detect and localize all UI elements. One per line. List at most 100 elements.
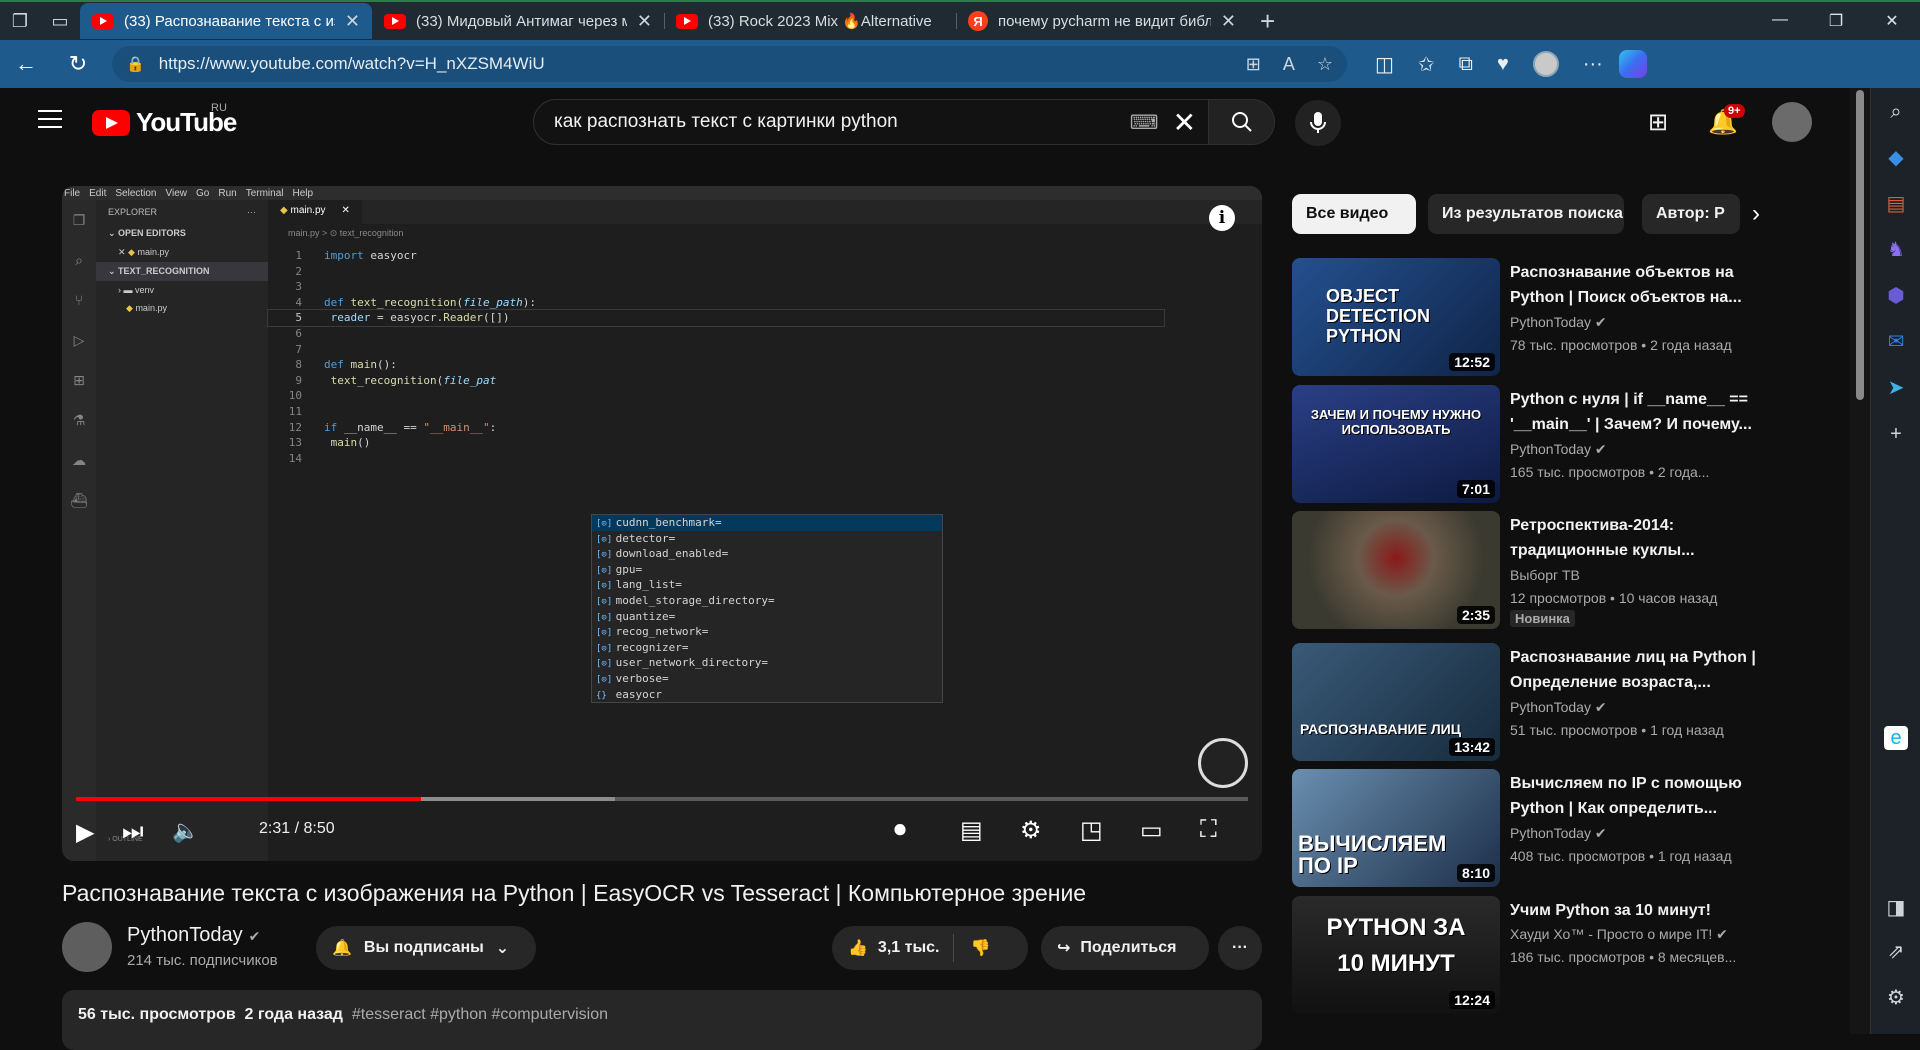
voice-search-button[interactable] [1295, 100, 1341, 146]
app-available-icon[interactable]: ⊞ [1246, 54, 1261, 75]
collections-icon[interactable]: ⧉ [1459, 53, 1473, 76]
channel-name[interactable]: PythonToday [127, 924, 243, 946]
recommendation-item[interactable]: OBJECT DETECTION PYTHON 12:52 Распознава… [1292, 258, 1812, 376]
back-icon[interactable]: ← [0, 51, 52, 77]
lock-icon[interactable]: 🔒 [126, 55, 145, 73]
progress-bar[interactable] [76, 797, 1248, 801]
restore-icon[interactable]: ❐ [1808, 11, 1864, 31]
browser-tab-2[interactable]: (33) Мидовый Антимаг через м ✕ [372, 3, 664, 39]
open-external-icon[interactable]: ⇗ [1884, 940, 1908, 964]
hashtags[interactable]: #tesseract #python #computervision [352, 1006, 608, 1023]
more-menu-icon[interactable]: ··· [1583, 53, 1603, 76]
search-button[interactable] [1209, 99, 1275, 145]
browser-tab-1[interactable]: (33) Распознавание текста с изо ✕ [80, 3, 372, 39]
video-thumbnail[interactable]: 2:35 [1292, 511, 1500, 629]
like-button[interactable]: 👍 3,1 тыс. [832, 934, 955, 962]
tools-icon[interactable]: ▤ [1884, 192, 1908, 216]
extension-badge-icon[interactable]: e [1884, 726, 1908, 750]
sidebar-toggle-icon[interactable]: ◨ [1884, 896, 1908, 920]
fullscreen-icon[interactable]: ⛶ [1200, 816, 1217, 844]
theater-mode-icon[interactable]: ▭ [1140, 816, 1163, 845]
channel-avatar[interactable] [62, 922, 112, 972]
recommendation-item[interactable]: ЗАЧЕМ И ПОЧЕМУ НУЖНО ИСПОЛЬЗОВАТЬ 7:01 P… [1292, 385, 1812, 503]
miniplayer-icon[interactable]: ◳ [1080, 816, 1103, 845]
video-thumbnail[interactable]: OBJECT DETECTION PYTHON 12:52 [1292, 258, 1500, 376]
read-aloud-icon[interactable]: A [1283, 54, 1295, 75]
recommendation-channel[interactable]: Выборг ТВ [1510, 567, 1580, 583]
games-icon[interactable]: ♞ [1884, 238, 1908, 262]
recommendation-title[interactable]: Python с нуля | if __name__ == '__main__… [1510, 387, 1772, 437]
reload-icon[interactable]: ↻ [52, 51, 104, 77]
close-icon[interactable]: ✕ [345, 11, 360, 32]
scrollbar-thumb[interactable] [1856, 90, 1864, 400]
keyboard-icon[interactable]: ⌨ [1130, 110, 1159, 135]
recommendation-item[interactable]: 2:35 Ретроспектива-2014: традиционные ку… [1292, 511, 1812, 629]
browser-tab-4[interactable]: Я почему pycharm не видит библ ✕ [956, 3, 1248, 39]
chevron-right-icon[interactable]: › [1752, 200, 1760, 228]
chip-all-videos[interactable]: Все видео [1292, 194, 1416, 234]
subtitles-icon[interactable]: ▤ [960, 816, 983, 845]
description-box[interactable]: 56 тыс. просмотров 2 года назад #tessera… [62, 990, 1262, 1050]
tab-actions-icon[interactable]: ▭ [40, 3, 80, 39]
office-icon[interactable]: ⬢ [1884, 284, 1908, 308]
outlook-icon[interactable]: ✉ [1884, 330, 1908, 354]
shopping-tag-icon[interactable]: ◆ [1884, 146, 1908, 170]
recommendation-channel[interactable]: PythonToday [1510, 441, 1591, 457]
recommendation-channel[interactable]: PythonToday [1510, 314, 1591, 330]
browser-tab-3[interactable]: (33) Rock 2023 Mix 🔥Alternative [664, 3, 956, 39]
page-scrollbar[interactable] [1850, 88, 1870, 1034]
favorite-star-icon[interactable]: ☆ [1317, 54, 1333, 75]
create-video-icon[interactable]: ⊞ [1648, 108, 1668, 137]
account-avatar[interactable] [1772, 102, 1812, 142]
minimize-icon[interactable]: — [1752, 11, 1808, 31]
extensions-icon[interactable]: ♥ [1497, 53, 1509, 76]
settings-gear-icon[interactable]: ⚙ [1884, 986, 1908, 1010]
recommendation-channel[interactable]: PythonToday [1510, 825, 1591, 841]
menu-icon[interactable] [38, 110, 62, 128]
profile-avatar[interactable] [1532, 51, 1559, 77]
video-thumbnail[interactable]: ЗАЧЕМ И ПОЧЕМУ НУЖНО ИСПОЛЬЗОВАТЬ 7:01 [1292, 385, 1500, 503]
recommendation-item[interactable]: PYTHON ЗА 10 МИНУТ 12:24 Учим Python за … [1292, 896, 1812, 1014]
video-player[interactable]: File Edit Selection View Go Run Terminal… [62, 186, 1262, 861]
chip-from-search[interactable]: Из результатов поиска [1428, 194, 1624, 234]
search-input[interactable]: как распознать текст с картинки python ⌨… [533, 99, 1210, 145]
recommendation-title[interactable]: Вычисляем по IP с помощью Python | Как о… [1510, 771, 1772, 821]
dislike-button[interactable]: 👎 [954, 938, 1006, 958]
channel-name-row[interactable]: PythonToday ✔ [127, 924, 260, 947]
split-screen-icon[interactable]: ◫ [1375, 52, 1394, 77]
video-info-icon[interactable]: i [1209, 205, 1235, 231]
recommendation-item[interactable]: РАСПОЗНАВАНИЕ ЛИЦ 13:42 Распознавание ли… [1292, 643, 1812, 761]
workspaces-icon[interactable]: ❐ [0, 3, 40, 39]
window-close-icon[interactable]: ✕ [1864, 11, 1920, 31]
video-thumbnail[interactable]: РАСПОЗНАВАНИЕ ЛИЦ 13:42 [1292, 643, 1500, 761]
telegram-icon[interactable]: ➤ [1884, 376, 1908, 400]
video-thumbnail[interactable]: ВЫЧИСЛЯЕМ ПО IP 8:10 [1292, 769, 1500, 887]
recommendation-channel[interactable]: PythonToday [1510, 699, 1591, 715]
play-icon[interactable]: ▶ [76, 818, 94, 847]
copilot-icon[interactable] [1618, 50, 1647, 78]
volume-icon[interactable]: 🔈 [172, 818, 199, 844]
chip-author[interactable]: Автор: P [1642, 194, 1740, 234]
favorites-icon[interactable]: ✩ [1418, 52, 1435, 77]
recommendation-title[interactable]: Распознавание лиц на Python | Определени… [1510, 645, 1772, 695]
share-button[interactable]: ↪ Поделиться [1041, 926, 1209, 970]
recommendation-channel[interactable]: Хауди Хо™ - Просто о мире IT! [1510, 926, 1712, 942]
close-icon[interactable]: ✕ [1221, 11, 1236, 32]
clear-search-icon[interactable]: ✕ [1173, 106, 1196, 139]
autoplay-toggle[interactable]: ⏺ [894, 816, 906, 844]
new-tab-icon[interactable]: + [1248, 6, 1287, 37]
search-icon[interactable]: ⌕ [1884, 100, 1908, 124]
close-icon[interactable]: ✕ [637, 11, 652, 32]
recommendation-item[interactable]: ВЫЧИСЛЯЕМ ПО IP 8:10 Вычисляем по IP с п… [1292, 769, 1812, 887]
address-bar[interactable]: 🔒 https://www.youtube.com/watch?v=H_nXZS… [112, 46, 1347, 82]
next-video-icon[interactable]: ⏭ [122, 818, 144, 846]
add-icon[interactable]: + [1884, 422, 1908, 446]
subscribe-button[interactable]: 🔔 Вы подписаны ⌄ [316, 926, 536, 970]
video-thumbnail[interactable]: PYTHON ЗА 10 МИНУТ 12:24 [1292, 896, 1500, 1014]
recommendation-title[interactable]: Учим Python за 10 минут! [1510, 898, 1772, 923]
recommendation-title[interactable]: Ретроспектива-2014: традиционные куклы..… [1510, 513, 1772, 563]
search-query[interactable]: как распознать текст с картинки python [554, 111, 1130, 133]
more-actions-button[interactable]: ··· [1218, 926, 1262, 970]
url-text[interactable]: https://www.youtube.com/watch?v=H_nXZSM4… [159, 54, 1232, 74]
channel-watermark[interactable] [1198, 738, 1248, 788]
